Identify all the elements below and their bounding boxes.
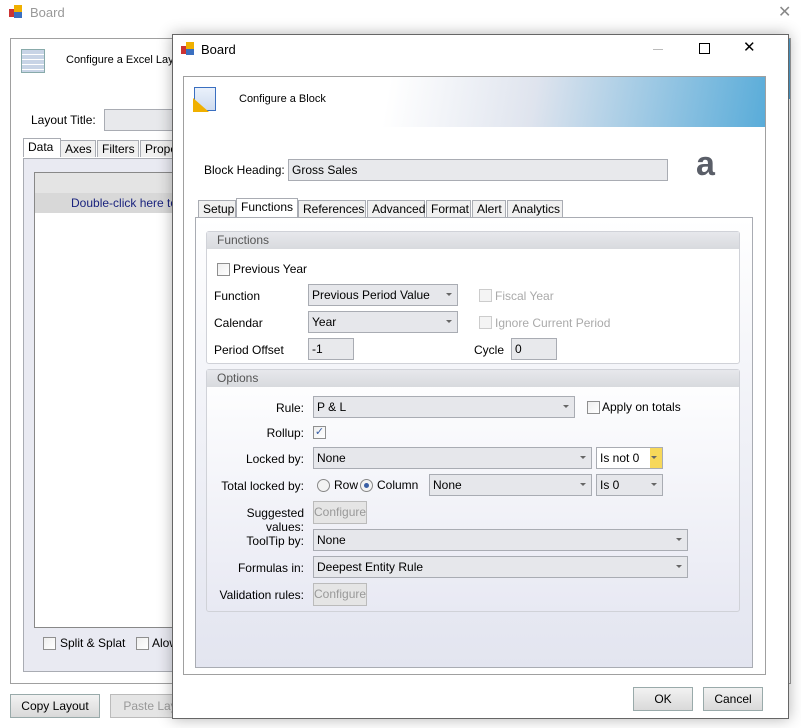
cycle-label: Cycle <box>474 343 505 357</box>
dialog-title: Board <box>201 42 236 57</box>
tooltip-by-label: ToolTip by: <box>246 534 304 548</box>
calendar-label: Calendar <box>214 316 263 330</box>
minimize-icon[interactable] <box>653 49 663 50</box>
function-label: Function <box>214 289 261 303</box>
cancel-button[interactable]: Cancel <box>703 687 763 711</box>
options-group-title: Options <box>207 370 739 387</box>
total-locked-by-label: Total locked by: <box>221 479 304 493</box>
split-splat-checkbox[interactable] <box>43 637 56 650</box>
apply-on-totals-checkbox[interactable] <box>587 401 600 414</box>
validation-rules-label: Validation rules: <box>219 588 305 602</box>
column-radio[interactable] <box>360 479 373 492</box>
bg-window-title: Board <box>30 5 65 20</box>
logo-letter: a <box>696 145 715 183</box>
fiscal-year-label: Fiscal Year <box>495 289 554 303</box>
period-offset-input[interactable]: -1 <box>308 338 354 360</box>
tab-analytics[interactable]: Analytics <box>507 200 563 217</box>
dialog-header: Configure a Block <box>239 93 326 105</box>
rule-label: Rule: <box>275 401 304 415</box>
locked-condition-select[interactable]: Is not 0 <box>596 447 663 469</box>
options-group: Options Rule: P & L Apply on totals Roll… <box>206 369 740 612</box>
ok-button[interactable]: OK <box>633 687 693 711</box>
total-condition-select[interactable]: Is 0 <box>596 474 663 496</box>
split-splat-label: Split & Splat <box>60 636 126 650</box>
bg-tab-filters[interactable]: Filters <box>97 140 139 157</box>
rule-select[interactable]: P & L <box>313 396 575 418</box>
tab-functions[interactable]: Functions <box>236 198 298 217</box>
calendar-select[interactable]: Year <box>308 311 458 333</box>
tab-alert[interactable]: Alert <box>472 200 506 217</box>
tooltip-by-select[interactable]: None <box>313 529 688 551</box>
fiscal-year-checkbox[interactable] <box>479 289 492 302</box>
layout-title-label: Layout Title: <box>31 113 96 127</box>
locked-by-select[interactable]: None <box>313 447 592 469</box>
rollup-checkbox[interactable]: ✓ <box>313 426 326 439</box>
suggested-configure-button[interactable]: Configure <box>313 501 367 524</box>
total-locked-select[interactable]: None <box>429 474 592 496</box>
formulas-in-select[interactable]: Deepest Entity Rule <box>313 556 688 578</box>
configure-block-dialog: Board ✕ Configure a Block Block Heading:… <box>172 34 789 719</box>
previous-year-checkbox[interactable] <box>217 263 230 276</box>
cycle-input[interactable]: 0 <box>511 338 557 360</box>
function-select[interactable]: Previous Period Value <box>308 284 458 306</box>
block-heading-input[interactable]: Gross Sales <box>288 159 668 181</box>
tab-advanced[interactable]: Advanced <box>367 200 425 217</box>
tab-setup[interactable]: Setup <box>198 200 236 217</box>
bg-tab-data[interactable]: Data <box>23 138 61 157</box>
block-heading-label: Block Heading: <box>204 163 285 177</box>
locked-by-label: Locked by: <box>245 452 304 466</box>
copy-layout-button[interactable]: Copy Layout <box>10 694 100 718</box>
formulas-in-label: Formulas in: <box>237 561 304 575</box>
apply-on-totals-label: Apply on totals <box>602 400 681 414</box>
functions-group: Functions Previous Year Function Previou… <box>206 231 740 364</box>
bg-tab-axes[interactable]: Axes <box>60 140 96 157</box>
row-radio[interactable] <box>317 479 330 492</box>
close-icon[interactable]: ✕ <box>743 38 756 56</box>
allow-checkbox[interactable] <box>136 637 149 650</box>
previous-year-label: Previous Year <box>233 262 308 276</box>
ignore-current-period-checkbox[interactable] <box>479 316 492 329</box>
column-label: Column <box>377 478 419 492</box>
bg-close-icon[interactable]: ✕ <box>778 2 791 22</box>
suggested-values-label: Suggested values: <box>246 506 304 534</box>
excel-layout-icon <box>21 49 45 73</box>
row-label: Row <box>334 478 359 492</box>
tab-references[interactable]: References <box>298 200 366 217</box>
configure-block-icon <box>193 87 216 112</box>
maximize-icon[interactable] <box>699 43 710 54</box>
dialog-app-icon <box>181 42 195 56</box>
tab-format[interactable]: Format <box>426 200 471 217</box>
rollup-label: Rollup: <box>266 426 304 440</box>
validation-configure-button[interactable]: Configure <box>313 583 367 606</box>
bg-header: Configure a Excel Layout <box>66 54 189 66</box>
ignore-current-period-label: Ignore Current Period <box>495 316 611 330</box>
period-offset-label: Period Offset <box>214 343 284 357</box>
app-icon <box>9 5 23 19</box>
functions-group-title: Functions <box>207 232 739 249</box>
